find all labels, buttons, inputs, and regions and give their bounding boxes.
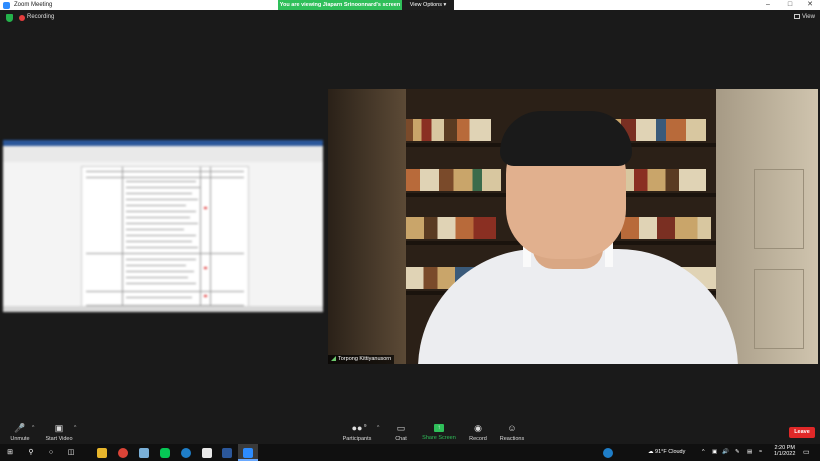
cloud-icon: ☁ <box>648 449 654 455</box>
chat-icon: ▭ <box>396 423 406 433</box>
language-icon[interactable]: ✎ <box>735 449 740 455</box>
participants-options-caret[interactable]: ^ <box>377 425 379 431</box>
record-button[interactable]: ◉ Record <box>466 423 490 442</box>
share-screen-label: Share Screen <box>422 435 456 441</box>
unmute-label: Unmute <box>10 436 30 442</box>
maximize-button[interactable]: □ <box>780 0 800 10</box>
word-toolbar <box>3 146 323 162</box>
leave-button[interactable]: Leave <box>789 427 815 438</box>
word-status-bar <box>3 306 323 312</box>
view-button[interactable]: View <box>794 14 815 20</box>
unmute-button[interactable]: 🎤 Unmute <box>8 423 32 442</box>
start-video-button[interactable]: ▣ Start Video <box>44 423 74 442</box>
wifi-icon[interactable]: ≈ <box>759 449 762 455</box>
view-options-button[interactable]: View Options ▾ <box>402 0 454 10</box>
participants-button[interactable]: ●● Participants <box>340 423 374 442</box>
tray-chevron-icon[interactable]: ^ <box>702 449 705 455</box>
wall-background <box>328 89 406 364</box>
chat-label: Chat <box>395 436 407 442</box>
windows-start-icon[interactable]: ⊞ <box>5 448 15 458</box>
clock[interactable]: 2:20 PM 1/1/2022 <box>774 445 795 457</box>
task-view-icon[interactable]: ◫ <box>66 448 76 458</box>
acrobat-icon[interactable] <box>202 448 212 458</box>
reactions-button[interactable]: ☺ Reactions <box>498 423 526 442</box>
signal-strength-icon <box>331 356 336 362</box>
volume-icon[interactable]: 🔊 <box>722 449 729 455</box>
app-icon[interactable] <box>139 448 149 458</box>
word-icon[interactable] <box>222 448 232 458</box>
weather-temp: 91°F <box>655 449 667 455</box>
document-page <box>81 166 249 312</box>
tray-app-icon[interactable] <box>603 448 613 458</box>
view-label: View <box>802 14 815 21</box>
participant-name-tag: Torpong Kittiyanusorn <box>328 355 395 364</box>
video-options-caret[interactable]: ^ <box>74 425 76 431</box>
line-app-icon[interactable] <box>160 448 170 458</box>
recording-label[interactable]: Recording <box>27 14 54 20</box>
chat-button[interactable]: ▭ Chat <box>392 423 410 442</box>
search-icon[interactable]: ⚲ <box>26 448 36 458</box>
security-shield-icon[interactable] <box>6 14 13 22</box>
record-label: Record <box>469 436 487 442</box>
participants-label: Participants <box>342 436 372 442</box>
cortana-icon[interactable]: ○ <box>46 448 56 458</box>
close-button[interactable]: ✕ <box>800 0 820 10</box>
chevron-down-icon: ▾ <box>443 2 447 8</box>
video-off-icon: ▣ <box>54 423 64 433</box>
clock-date: 1/1/2022 <box>774 451 796 457</box>
audio-options-caret[interactable]: ^ <box>32 425 34 431</box>
participant-name: Torpong Kittiyanusorn <box>338 356 392 362</box>
shared-screen-view[interactable] <box>3 140 323 312</box>
participant-video-tile[interactable]: Torpong Kittiyanusorn <box>328 89 818 364</box>
minimize-button[interactable]: – <box>758 0 778 10</box>
record-icon: ◉ <box>474 423 482 433</box>
microphone-muted-icon: 🎤 <box>14 423 26 433</box>
recording-icon <box>19 15 25 21</box>
zoom-taskbar-icon[interactable] <box>243 448 253 458</box>
participants-count: 9 <box>364 423 367 428</box>
start-video-label: Start Video <box>45 436 73 442</box>
notification-icon[interactable]: ▭ <box>803 448 810 456</box>
window-title: Zoom Meeting <box>14 2 53 8</box>
network-icon[interactable]: ▤ <box>747 449 752 455</box>
viewing-screen-banner: You are viewing Jiaparn Srinoonnard's sc… <box>278 0 402 10</box>
zoom-meeting-window: Zoom Meeting – □ ✕ You are viewing Jiapa… <box>0 0 820 461</box>
zoom-app-icon <box>3 1 10 9</box>
participants-icon: ●● <box>351 423 363 433</box>
share-screen-icon: ↑ <box>434 424 444 432</box>
reactions-label: Reactions <box>499 436 525 442</box>
weather-widget[interactable]: ☁ 91°F Cloudy <box>648 449 685 455</box>
person-hair <box>500 111 632 166</box>
weather-desc: Cloudy <box>668 449 686 455</box>
edge-icon[interactable] <box>181 448 191 458</box>
chrome-icon[interactable] <box>118 448 128 458</box>
view-options-label: View Options <box>409 2 442 8</box>
reactions-icon: ☺ <box>507 423 517 433</box>
share-screen-button[interactable]: ↑ Share Screen <box>422 423 456 441</box>
file-explorer-icon[interactable] <box>97 448 107 458</box>
door-background <box>716 89 818 364</box>
tray-display-icon[interactable]: ▣ <box>712 449 717 455</box>
grid-icon <box>794 14 800 19</box>
